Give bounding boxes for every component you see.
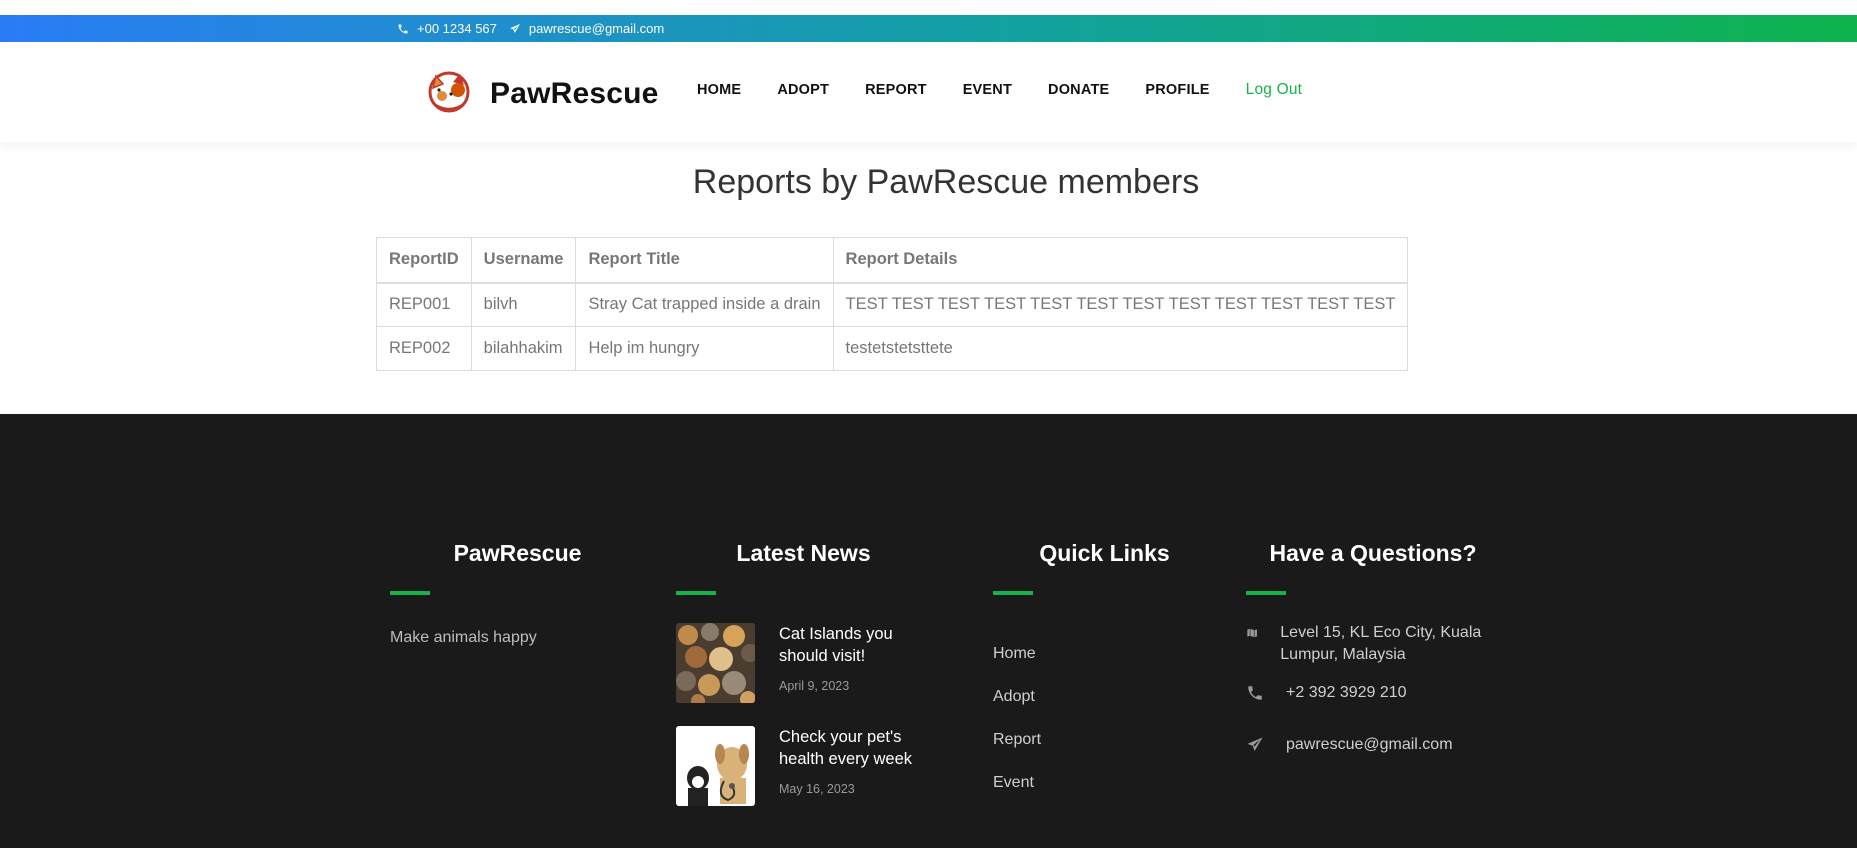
- nav-donate[interactable]: DONATE: [1048, 82, 1109, 99]
- footer-contact: Have a Questions?: [1246, 540, 1500, 595]
- footer-tagline: Make animals happy: [390, 629, 537, 646]
- contact-address: Level 15, KL Eco City, Kuala Lumpur, Mal…: [1246, 622, 1506, 666]
- news-item[interactable]: Check your pet's health every week May 1…: [676, 726, 939, 806]
- news-date: May 16, 2023: [779, 782, 855, 796]
- contact-email[interactable]: pawrescue@gmail.com: [1246, 734, 1453, 756]
- col-header-report-details: Report Details: [832, 237, 1409, 284]
- footer-links-list: Home Adopt Report Event: [993, 632, 1041, 804]
- nav-report[interactable]: REPORT: [865, 82, 927, 99]
- footer-accent-bar: [993, 591, 1033, 595]
- cat-dog-logo-icon: [420, 68, 478, 119]
- table-row: REP002 bilahhakim Help im hungry testets…: [376, 326, 1409, 371]
- paper-plane-icon: [1247, 737, 1263, 751]
- footer-news: Latest News: [676, 540, 931, 595]
- contact-email-text: pawrescue@gmail.com: [1286, 736, 1453, 753]
- topbar-email[interactable]: pawrescue@gmail.com: [509, 21, 664, 36]
- topbar-phone: +00 1234 567: [397, 21, 497, 36]
- news-title[interactable]: Check your pet's health every week: [779, 726, 939, 770]
- footer-accent-bar: [676, 591, 716, 595]
- cell-reportid: REP001: [376, 282, 472, 327]
- news-thumbnail-cats: [676, 623, 755, 703]
- map-icon: [1246, 628, 1258, 638]
- cell-username: bilahhakim: [470, 326, 577, 371]
- nav-logout[interactable]: Log Out: [1246, 81, 1303, 99]
- cell-report-details: testetstetsttete: [832, 326, 1409, 371]
- footer-about-heading: PawRescue: [453, 540, 582, 566]
- news-date: April 9, 2023: [779, 679, 850, 693]
- cell-username: bilvh: [470, 282, 577, 327]
- topbar-phone-text: +00 1234 567: [417, 21, 497, 36]
- cell-report-details: TEST TEST TEST TEST TEST TEST TEST TEST …: [832, 282, 1409, 327]
- primary-nav: HOME ADOPT REPORT EVENT DONATE PROFILE L…: [697, 81, 1338, 99]
- brand-logo-link[interactable]: PawRescue: [420, 68, 659, 119]
- footer-links-heading: Quick Links: [1039, 540, 1170, 566]
- nav-event[interactable]: EVENT: [963, 82, 1012, 99]
- footer-about: PawRescue Make animals happy: [390, 540, 645, 647]
- news-item[interactable]: Cat Islands you should visit! April 9, 2…: [676, 623, 939, 703]
- site-footer: PawRescue Make animals happy Latest News…: [0, 414, 1857, 848]
- footer-quick-links: Quick Links: [993, 540, 1216, 595]
- col-header-report-title: Report Title: [575, 237, 834, 284]
- footer-link-adopt[interactable]: Adopt: [993, 675, 1041, 718]
- nav-home[interactable]: HOME: [697, 82, 741, 99]
- top-contact-bar: +00 1234 567 pawrescue@gmail.com: [0, 15, 1857, 42]
- footer-news-heading: Latest News: [736, 540, 871, 566]
- topbar-email-text: pawrescue@gmail.com: [528, 21, 665, 36]
- contact-phone-text: +2 392 3929 210: [1286, 684, 1407, 701]
- cell-reportid: REP002: [376, 326, 472, 371]
- footer-link-home[interactable]: Home: [993, 632, 1041, 675]
- cell-report-title: Stray Cat trapped inside a drain: [575, 282, 834, 327]
- news-title[interactable]: Cat Islands you should visit!: [779, 623, 939, 667]
- contact-phone[interactable]: +2 392 3929 210: [1246, 682, 1407, 704]
- col-header-reportid: ReportID: [376, 237, 472, 284]
- footer-accent-bar: [1246, 591, 1286, 595]
- phone-icon: [1248, 686, 1262, 700]
- reports-table: ReportID Username Report Title Report De…: [376, 237, 1409, 371]
- page-title: Reports by PawRescue members: [692, 163, 1200, 201]
- nav-profile[interactable]: PROFILE: [1145, 82, 1209, 99]
- brand-name: PawRescue: [490, 76, 659, 110]
- main-navbar: PawRescue HOME ADOPT REPORT EVENT DONATE…: [0, 42, 1857, 142]
- table-header-row: ReportID Username Report Title Report De…: [376, 237, 1409, 284]
- cell-report-title: Help im hungry: [575, 326, 834, 371]
- footer-link-event[interactable]: Event: [993, 761, 1041, 804]
- phone-icon: [398, 24, 408, 33]
- nav-adopt[interactable]: ADOPT: [777, 82, 829, 99]
- contact-address-text: Level 15, KL Eco City, Kuala Lumpur, Mal…: [1280, 624, 1482, 663]
- footer-contact-heading: Have a Questions?: [1269, 540, 1477, 566]
- paper-plane-icon: [509, 23, 520, 33]
- col-header-username: Username: [470, 237, 577, 284]
- footer-link-report[interactable]: Report: [993, 718, 1041, 761]
- news-thumbnail-pet-health: [676, 726, 755, 806]
- table-row: REP001 bilvh Stray Cat trapped inside a …: [376, 282, 1409, 327]
- footer-accent-bar: [390, 591, 430, 595]
